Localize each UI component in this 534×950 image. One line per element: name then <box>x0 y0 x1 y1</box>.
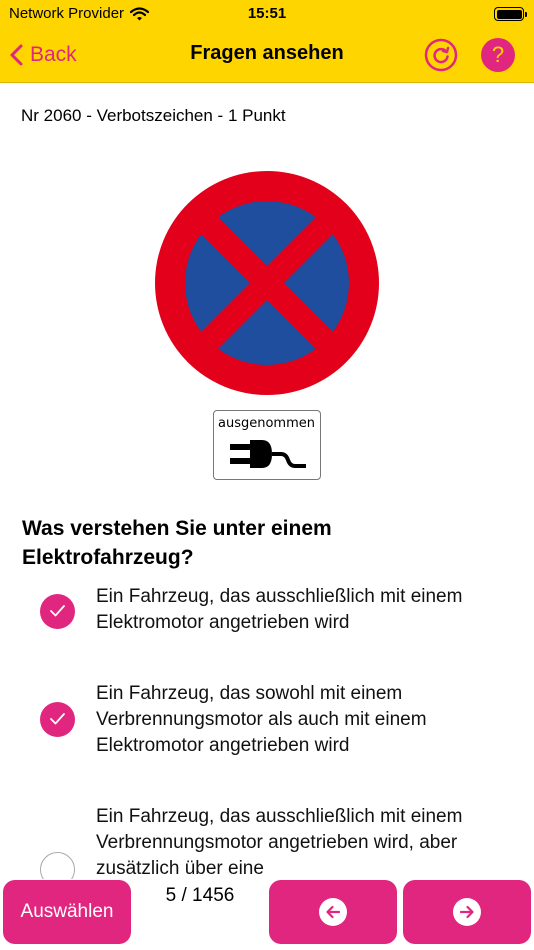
answer-text-2: Ein Fahrzeug, das sowohl mit einem Verbr… <box>96 683 427 756</box>
answer-checkbox-3[interactable] <box>40 852 75 879</box>
refresh-icon <box>424 38 458 72</box>
refresh-button[interactable] <box>424 38 458 72</box>
question-meta: Nr 2060 - Verbotszeichen - 1 Punkt <box>21 106 286 125</box>
arrow-left-icon <box>319 898 347 926</box>
question-text: Was verstehen Sie unter einem Elektrofah… <box>22 517 332 569</box>
status-bar: Network Provider 15:51 <box>0 0 534 28</box>
question-icon: ? <box>491 42 505 67</box>
status-time: 15:51 <box>247 5 287 22</box>
question-content[interactable]: Nr 2060 - Verbotszeichen - 1 Punkt ausge… <box>0 84 534 879</box>
battery-icon <box>494 7 527 21</box>
page-counter: 5 / 1456 <box>165 885 235 906</box>
answer-checkbox-2[interactable] <box>40 702 75 737</box>
nav-bar: Back Fragen ansehen ? <box>0 28 534 83</box>
bottom-toolbar: Auswählen 5 / 1456 <box>0 879 534 950</box>
answer-text-3: Ein Fahrzeug, das ausschließlich mit ein… <box>96 806 463 879</box>
answer-text-1: Ein Fahrzeug, das ausschließlich mit ein… <box>96 586 463 633</box>
answer-checkbox-1[interactable] <box>40 594 75 629</box>
next-question-button[interactable] <box>403 880 531 944</box>
electric-plug-icon <box>230 440 306 468</box>
arrow-right-icon <box>453 898 481 926</box>
help-button[interactable]: ? <box>481 38 515 72</box>
checkmark-icon <box>50 605 65 617</box>
supplementary-plate-text: ausgenommen <box>218 416 315 431</box>
previous-question-button[interactable] <box>269 880 397 944</box>
checkmark-icon <box>50 713 65 725</box>
select-button[interactable]: Auswählen <box>3 880 131 944</box>
no-stopping-sign-image <box>155 171 379 395</box>
supplementary-plate: ausgenommen <box>213 410 321 480</box>
